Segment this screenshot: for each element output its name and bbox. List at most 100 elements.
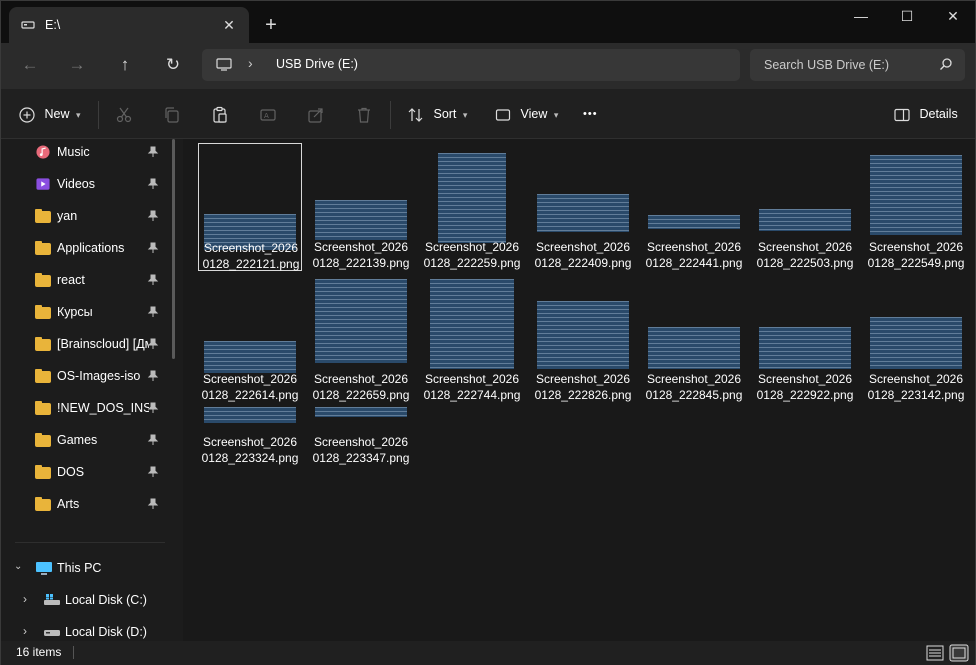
chevron-right-icon[interactable]: › (23, 624, 27, 638)
file-item[interactable]: Screenshot_2026 0128_222139.png (309, 143, 413, 271)
file-item[interactable]: Screenshot_2026 0128_222659.png (309, 275, 413, 403)
view-icon (495, 109, 511, 121)
windows-drive-icon (44, 594, 60, 605)
file-item[interactable]: Screenshot_2026 0128_222845.png (642, 275, 746, 403)
scissors-icon (116, 107, 132, 122)
file-item[interactable]: Screenshot_2026 0128_222259.png (420, 143, 524, 271)
file-item[interactable]: Screenshot_2026 0128_222922.png (753, 275, 857, 403)
file-name-line-2: 0128_223347.png (312, 451, 410, 465)
folder-icon (35, 209, 51, 223)
sort-icon (408, 107, 423, 122)
paste-button[interactable] (211, 101, 229, 129)
pin-icon (147, 274, 159, 285)
maximize-button[interactable]: ☐ (885, 1, 929, 33)
file-name: Screenshot_2026 0128_222441.png (642, 239, 746, 271)
sidebar-item-videos[interactable]: Videos (1, 171, 173, 199)
file-name-line-1: Screenshot_2026 (424, 372, 520, 386)
file-item[interactable]: Screenshot_2026 0128_222614.png (198, 275, 302, 403)
sidebar-item-os-images-iso[interactable]: OS-Images-iso (1, 363, 173, 391)
large-icons-view-icon[interactable] (949, 644, 969, 662)
image-thumbnail (759, 327, 851, 369)
breadcrumb-chevron-icon[interactable]: › (248, 55, 253, 71)
file-name: Screenshot_2026 0128_222549.png (864, 239, 968, 271)
sidebar-scrollbar[interactable] (172, 139, 175, 359)
file-item[interactable]: Screenshot_2026 0128_222441.png (642, 143, 746, 271)
copy-button[interactable] (163, 101, 181, 129)
details-pane-button[interactable]: Details (894, 101, 958, 129)
new-tab-button[interactable]: + (259, 15, 283, 37)
share-button[interactable] (307, 101, 325, 129)
pin-icon (147, 178, 159, 189)
back-button[interactable]: ← (15, 51, 45, 79)
file-item[interactable]: Screenshot_2026 0128_222826.png (531, 275, 635, 403)
file-item[interactable]: Screenshot_2026 0128_223347.png (309, 407, 413, 467)
videos-icon (36, 178, 50, 190)
file-item[interactable]: Screenshot_2026 0128_222121.png (198, 143, 302, 271)
image-thumbnail (870, 155, 962, 235)
file-name-line-2: 0128_222549.png (867, 256, 965, 270)
folder-icon (35, 305, 51, 319)
sidebar-item-arts[interactable]: Arts (1, 491, 173, 519)
sidebar-item-local-disk-c[interactable]: › Local Disk (C:) (1, 587, 173, 615)
sidebar-item-label: Games (57, 433, 98, 447)
file-name-line-1: Screenshot_2026 (757, 372, 853, 386)
tab-active[interactable]: E:\ ✕ (9, 7, 249, 43)
sidebar-item-react[interactable]: react (1, 267, 173, 295)
chevron-right-icon[interactable]: › (23, 592, 27, 606)
sidebar-item-label: Local Disk (D:) (65, 625, 147, 639)
drive-icon (21, 21, 35, 29)
file-item[interactable]: Screenshot_2026 0128_223142.png (864, 275, 968, 403)
sidebar-item-new-dos-insta[interactable]: !NEW_DOS_INSTA (1, 395, 173, 423)
address-bar[interactable]: › USB Drive (E:) (202, 49, 740, 81)
new-button[interactable]: New ▾ (19, 101, 81, 129)
sidebar-item-music[interactable]: Music (1, 139, 173, 167)
refresh-button[interactable]: ↻ (158, 51, 188, 79)
file-name-line-1: Screenshot_2026 (868, 372, 964, 386)
chevron-down-icon[interactable]: ⌄ (14, 561, 22, 572)
sort-button[interactable]: Sort ▾ (407, 101, 467, 129)
folder-icon (35, 497, 51, 511)
file-name: Screenshot_2026 0128_222659.png (309, 371, 413, 403)
breadcrumb-usb-drive[interactable]: USB Drive (E:) (276, 57, 358, 71)
rename-button[interactable]: A (259, 101, 277, 129)
sidebar-item-label: Local Disk (C:) (65, 593, 147, 607)
search-box[interactable]: Search USB Drive (E:) (750, 49, 965, 81)
paste-icon (213, 106, 227, 123)
image-thumbnail (438, 153, 506, 243)
sidebar-item-games[interactable]: Games (1, 427, 173, 455)
file-item[interactable]: Screenshot_2026 0128_222549.png (864, 143, 968, 271)
up-button[interactable]: ↑ (110, 51, 140, 79)
image-thumbnail (648, 215, 740, 229)
forward-button[interactable]: → (62, 51, 92, 79)
file-name: Screenshot_2026 0128_223347.png (309, 434, 413, 466)
file-item[interactable]: Screenshot_2026 0128_223324.png (198, 407, 302, 467)
pin-icon (147, 146, 159, 157)
file-name-line-2: 0128_222139.png (312, 256, 410, 270)
file-item[interactable]: Screenshot_2026 0128_222503.png (753, 143, 857, 271)
image-thumbnail (204, 407, 296, 423)
file-name-line-2: 0128_222614.png (201, 388, 299, 402)
sidebar-item-local-disk-d[interactable]: › Local Disk (D:) (1, 619, 173, 641)
pin-icon (147, 210, 159, 221)
close-window-button[interactable]: ✕ (931, 1, 975, 33)
sidebar-item-this-pc[interactable]: ⌄ This PC (1, 555, 173, 583)
file-explorer-window: E:\ ✕ + — ☐ ✕ ← → ↑ ↻ › USB Drive (E:) S… (0, 0, 976, 665)
delete-button[interactable] (355, 101, 373, 129)
sidebar-item-dos[interactable]: DOS (1, 459, 173, 487)
file-name-line-2: 0128_222744.png (423, 388, 521, 402)
sidebar-item-brainscloud-дм[interactable]: [Brainscloud] [Дм (1, 331, 173, 359)
cut-button[interactable] (115, 101, 133, 129)
file-item[interactable]: Screenshot_2026 0128_222744.png (420, 275, 524, 403)
more-options-button[interactable]: ••• (583, 101, 598, 129)
close-tab-icon[interactable]: ✕ (219, 15, 239, 35)
view-button[interactable]: View ▾ (495, 101, 558, 129)
file-name-line-2: 0128_222121.png (202, 257, 300, 271)
sidebar-item-applications[interactable]: Applications (1, 235, 173, 263)
pin-icon (147, 466, 159, 477)
minimize-button[interactable]: — (839, 1, 883, 33)
file-name-line-1: Screenshot_2026 (535, 372, 631, 386)
sidebar-item-курсы[interactable]: Курсы (1, 299, 173, 327)
details-view-icon[interactable] (925, 644, 945, 662)
file-item[interactable]: Screenshot_2026 0128_222409.png (531, 143, 635, 271)
sidebar-item-yan[interactable]: yan (1, 203, 173, 231)
